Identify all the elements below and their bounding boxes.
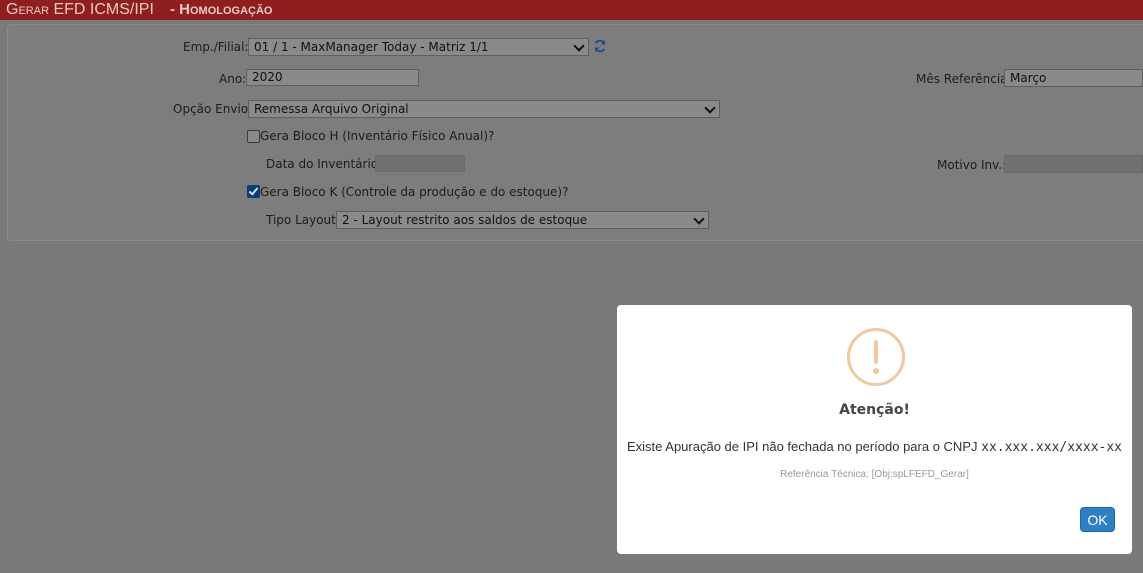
window-title: Gerar EFD ICMS/IPI [6, 1, 154, 18]
window-titlebar: Gerar EFD ICMS/IPI - Homologação [0, 0, 1143, 20]
dialog-cnpj: xx.xxx.xxx/xxxx-xx [981, 440, 1123, 455]
bloco-h-label: Gera Bloco H (Inventário Físico Anual)? [260, 129, 495, 143]
emp-filial-label: Emp./Filial: [183, 40, 249, 54]
alert-dialog: Atenção! Existe Apuração de IPI não fech… [617, 305, 1132, 554]
motivo-inv-label: Motivo Inv.: [937, 158, 1007, 172]
environment-label: - Homologação [170, 1, 273, 18]
dialog-message: Existe Apuração de IPI não fechada no pe… [617, 439, 1132, 455]
bloco-k-checkbox[interactable] [247, 185, 260, 198]
warning-icon [847, 328, 905, 386]
motivo-inv-select[interactable] [1004, 155, 1143, 173]
refresh-icon[interactable] [593, 39, 607, 53]
mes-referencia-select[interactable]: Março [1004, 69, 1143, 87]
chevron-down-icon [693, 213, 705, 225]
tipo-layout-value: 2 - Layout restrito aos saldos de estoqu… [342, 213, 588, 227]
emp-filial-value: 01 / 1 - MaxManager Today - Matriz 1/1 [254, 40, 489, 54]
opcao-envio-label: Opção Envio: [173, 102, 253, 116]
opcao-envio-value: Remessa Arquivo Original [254, 102, 409, 116]
tipo-layout-label: Tipo Layout: [266, 213, 340, 227]
emp-filial-select[interactable]: 01 / 1 - MaxManager Today - Matriz 1/1 [248, 38, 589, 56]
dialog-reference: Referência Técnica: [Obj:spLFEFD_Gerar] [780, 469, 969, 480]
chevron-down-icon [704, 102, 716, 114]
mes-referencia-value: Março [1010, 71, 1047, 85]
bloco-h-checkbox[interactable] [247, 130, 260, 143]
ano-label: Ano: [219, 72, 247, 86]
dialog-message-text: Existe Apuração de IPI não fechada no pe… [626, 439, 978, 454]
chevron-down-icon [573, 40, 585, 52]
mes-referencia-label: Mês Referência: [916, 72, 1012, 86]
ano-input[interactable]: 2020 [246, 69, 419, 86]
tipo-layout-select[interactable]: 2 - Layout restrito aos saldos de estoqu… [336, 211, 709, 229]
ok-button[interactable]: OK [1081, 508, 1114, 531]
opcao-envio-select[interactable]: Remessa Arquivo Original [248, 100, 720, 118]
dialog-title: Atenção! [839, 402, 910, 418]
form-panel [7, 24, 1143, 241]
data-inventario-label: Data do Inventário: [266, 157, 383, 171]
ano-value: 2020 [252, 70, 283, 84]
bloco-k-label: Gera Bloco K (Controle da produção e do … [260, 185, 569, 199]
data-inventario-input[interactable] [375, 155, 465, 172]
